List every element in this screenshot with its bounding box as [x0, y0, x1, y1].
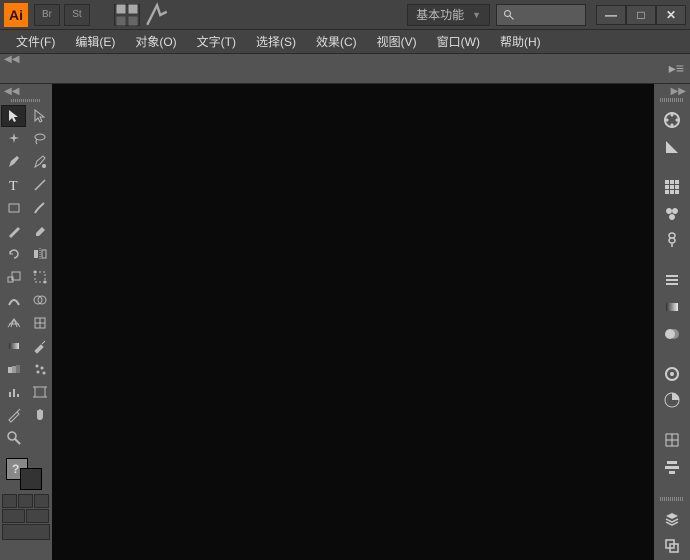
tools-drag-handle[interactable]	[0, 96, 52, 104]
pen-tool[interactable]	[1, 151, 26, 173]
stock-button[interactable]: St	[64, 4, 90, 26]
svg-text:T: T	[9, 179, 18, 193]
lasso-tool[interactable]	[27, 128, 52, 150]
appearance-panel-icon[interactable]	[658, 361, 686, 386]
right-drag-handle[interactable]	[660, 98, 684, 102]
screen-mode-button[interactable]	[2, 524, 50, 540]
tools-color-area: ?	[0, 454, 52, 543]
slice-tool[interactable]	[1, 404, 26, 426]
align-panel-icon[interactable]	[658, 455, 686, 480]
color-panel-icon[interactable]	[658, 108, 686, 133]
blend-tool[interactable]	[1, 358, 26, 380]
curvature-tool[interactable]	[27, 151, 52, 173]
control-bar: ◀◀ ▸≡	[0, 54, 690, 84]
draw-normal-button[interactable]	[2, 509, 25, 523]
workspace-label: 基本功能	[416, 6, 464, 23]
reflect-tool[interactable]	[27, 243, 52, 265]
menu-help[interactable]: 帮助(H)	[490, 31, 551, 52]
menu-edit[interactable]: 编辑(E)	[65, 31, 125, 52]
minimize-button[interactable]: —	[596, 5, 626, 25]
search-icon	[503, 9, 515, 21]
none-mode-button[interactable]	[34, 494, 49, 508]
gradient-mode-button[interactable]	[18, 494, 33, 508]
column-graph-tool[interactable]	[1, 381, 26, 403]
rectangle-tool[interactable]	[1, 197, 26, 219]
type-tool[interactable]: T	[1, 174, 26, 196]
workspace-switcher[interactable]: 基本功能 ▼	[407, 4, 490, 26]
artboard-tool[interactable]	[27, 381, 52, 403]
rotate-tool[interactable]	[1, 243, 26, 265]
menu-effect[interactable]: 效果(C)	[306, 31, 367, 52]
menu-select[interactable]: 选择(S)	[246, 31, 306, 52]
stroke-swatch[interactable]	[20, 468, 42, 490]
mesh-tool[interactable]	[27, 312, 52, 334]
chevron-down-icon: ▼	[472, 10, 481, 20]
selection-tool[interactable]	[1, 105, 26, 127]
control-collapse-icon[interactable]: ◀◀	[4, 54, 19, 65]
app-logo: Ai	[4, 3, 28, 27]
pencil-tool[interactable]	[1, 220, 26, 242]
draw-behind-button[interactable]	[26, 509, 49, 523]
zoom-tool[interactable]	[1, 427, 26, 449]
layers-panel-icon[interactable]	[658, 507, 686, 532]
line-segment-tool[interactable]	[27, 174, 52, 196]
magic-wand-tool[interactable]	[1, 128, 26, 150]
default-fill-stroke-icon: ?	[12, 462, 19, 476]
right-collapse-icon[interactable]: ▶▶	[671, 86, 690, 96]
transform-panel-icon[interactable]	[658, 428, 686, 453]
width-tool[interactable]	[1, 289, 26, 311]
tools-collapse-icon[interactable]: ◀◀	[0, 86, 52, 96]
close-button[interactable]: ✕	[656, 5, 686, 25]
control-menu-icon[interactable]: ▸≡	[669, 60, 684, 77]
graphic-styles-panel-icon[interactable]	[658, 388, 686, 413]
symbols-panel-icon[interactable]	[658, 228, 686, 253]
right-drag-handle-2[interactable]	[660, 497, 684, 501]
scale-tool[interactable]	[1, 266, 26, 288]
menu-window[interactable]: 窗口(W)	[427, 31, 490, 52]
swatches-panel-icon[interactable]	[658, 175, 686, 200]
perspective-grid-tool[interactable]	[1, 312, 26, 334]
menu-object[interactable]: 对象(O)	[125, 31, 186, 52]
menu-type[interactable]: 文字(T)	[187, 31, 246, 52]
direct-selection-tool[interactable]	[27, 105, 52, 127]
document-canvas[interactable]	[52, 84, 654, 560]
transparency-panel-icon[interactable]	[658, 321, 686, 346]
gradient-panel-icon[interactable]	[658, 295, 686, 320]
color-mode-button[interactable]	[2, 494, 17, 508]
brushes-panel-icon[interactable]	[658, 201, 686, 226]
shape-builder-tool[interactable]	[27, 289, 52, 311]
arrange-docs-button[interactable]	[114, 4, 140, 26]
menu-file[interactable]: 文件(F)	[6, 31, 65, 52]
symbol-sprayer-tool[interactable]	[27, 358, 52, 380]
gradient-tool[interactable]	[1, 335, 26, 357]
search-input[interactable]	[496, 4, 586, 26]
free-transform-tool[interactable]	[27, 266, 52, 288]
paintbrush-tool[interactable]	[27, 197, 52, 219]
bridge-button[interactable]: Br	[34, 4, 60, 26]
stroke-panel-icon[interactable]	[658, 268, 686, 293]
hand-tool[interactable]	[27, 404, 52, 426]
menu-bar: 文件(F) 编辑(E) 对象(O) 文字(T) 选择(S) 效果(C) 视图(V…	[0, 30, 690, 54]
main-area: ◀◀ T	[0, 84, 690, 560]
menu-view[interactable]: 视图(V)	[367, 31, 427, 52]
color-guide-panel-icon[interactable]	[658, 135, 686, 160]
eyedropper-tool[interactable]	[27, 335, 52, 357]
maximize-button[interactable]: □	[626, 5, 656, 25]
artboards-panel-icon[interactable]	[658, 533, 686, 558]
tools-panel: ◀◀ T	[0, 84, 52, 560]
gpu-preview-button[interactable]	[144, 4, 170, 26]
title-bar: Ai Br St 基本功能 ▼ — □ ✕	[0, 0, 690, 30]
right-panel-dock: ▶▶	[654, 84, 690, 560]
eraser-tool[interactable]	[27, 220, 52, 242]
